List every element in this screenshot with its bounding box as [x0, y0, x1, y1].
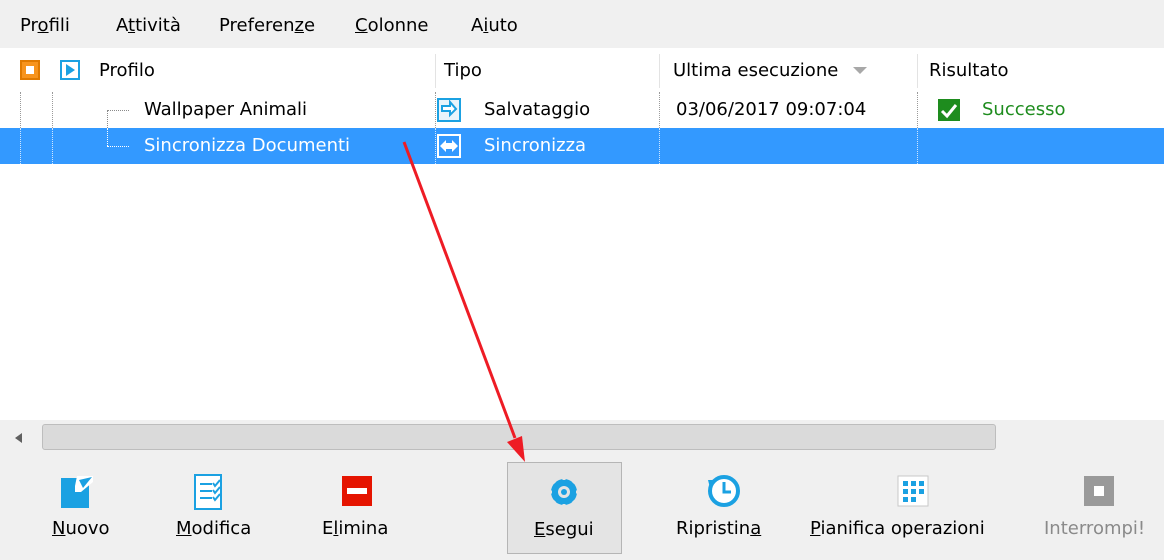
modifica-label: odifica [191, 518, 252, 539]
elimina-button[interactable]: Elimina [306, 462, 406, 556]
table-row-selected[interactable]: Sincronizza Documenti Sincronizza [0, 128, 1164, 164]
profile-name: Wallpaper Animali [144, 99, 308, 120]
modifica-button[interactable]: Modifica [162, 462, 272, 556]
sync-arrows-icon [437, 134, 461, 158]
pianifica-button[interactable]: Pianifica operazioni [810, 462, 1020, 556]
bottom-toolbar: Nuovo Modifica Elimina Esegui Ripristina [0, 456, 1164, 560]
esegui-label: segui [545, 519, 594, 540]
table-row[interactable]: Wallpaper Animali Salvataggio 03/06/2017… [0, 92, 1164, 128]
profile-name: Sincronizza Documenti [144, 135, 351, 156]
nuovo-label: uovo [65, 518, 110, 539]
last-run: 03/06/2017 09:07:04 [676, 99, 867, 120]
column-divider[interactable] [659, 54, 660, 88]
delete-icon [340, 474, 376, 510]
column-header: Profilo Tipo Ultima esecuzione Risultato [0, 52, 1164, 91]
gear-icon [546, 475, 582, 511]
menu-attivita[interactable]: Attività [116, 14, 181, 38]
column-risultato[interactable]: Risultato [929, 52, 1008, 90]
edit-list-icon [192, 474, 228, 510]
menu-profili[interactable]: Profili [20, 14, 70, 38]
ripristina-button[interactable]: Ripristina [668, 462, 778, 556]
horizontal-scrollbar[interactable] [0, 420, 1164, 456]
stop-square-icon[interactable] [20, 60, 40, 80]
menu-colonne[interactable]: Colonne [355, 14, 429, 38]
new-profile-icon [59, 474, 95, 510]
sort-descending-icon [853, 67, 868, 74]
column-divider[interactable] [435, 54, 436, 88]
interrompi-label: Interrompi! [1044, 518, 1146, 539]
menu-bar: Profili Attività Preferenze Colonne Aiut… [0, 0, 1164, 48]
scrollbar-thumb[interactable] [42, 424, 996, 450]
column-tipo[interactable]: Tipo [444, 52, 482, 90]
interrompi-button[interactable]: Interrompi! [1044, 462, 1164, 556]
esegui-button[interactable]: Esegui [507, 462, 622, 554]
column-ultima-label: Ultima esecuzione [673, 60, 839, 81]
play-icon[interactable] [60, 60, 80, 80]
column-divider[interactable] [917, 54, 918, 88]
grid-calendar-icon [896, 474, 932, 510]
menu-preferenze[interactable]: Preferenze [219, 14, 315, 38]
menu-aiuto[interactable]: Aiuto [471, 14, 518, 38]
column-ultima-esecuzione[interactable]: Ultima esecuzione [673, 52, 868, 90]
profile-list: Wallpaper Animali Salvataggio 03/06/2017… [0, 90, 1164, 420]
stop-square-icon [1082, 474, 1118, 510]
scroll-left-icon[interactable] [12, 431, 26, 445]
pianifica-label: ianifica operazioni [820, 518, 985, 539]
restore-clock-icon [706, 474, 742, 510]
backup-arrows-icon [437, 98, 461, 122]
result: Successo [982, 99, 1066, 120]
profile-type: Salvataggio [484, 99, 591, 120]
nuovo-button[interactable]: Nuovo [38, 462, 128, 556]
column-profilo[interactable]: Profilo [99, 52, 155, 90]
elimina-label: imina [338, 518, 389, 539]
success-check-icon [938, 99, 960, 121]
profile-type: Sincronizza [484, 135, 587, 156]
